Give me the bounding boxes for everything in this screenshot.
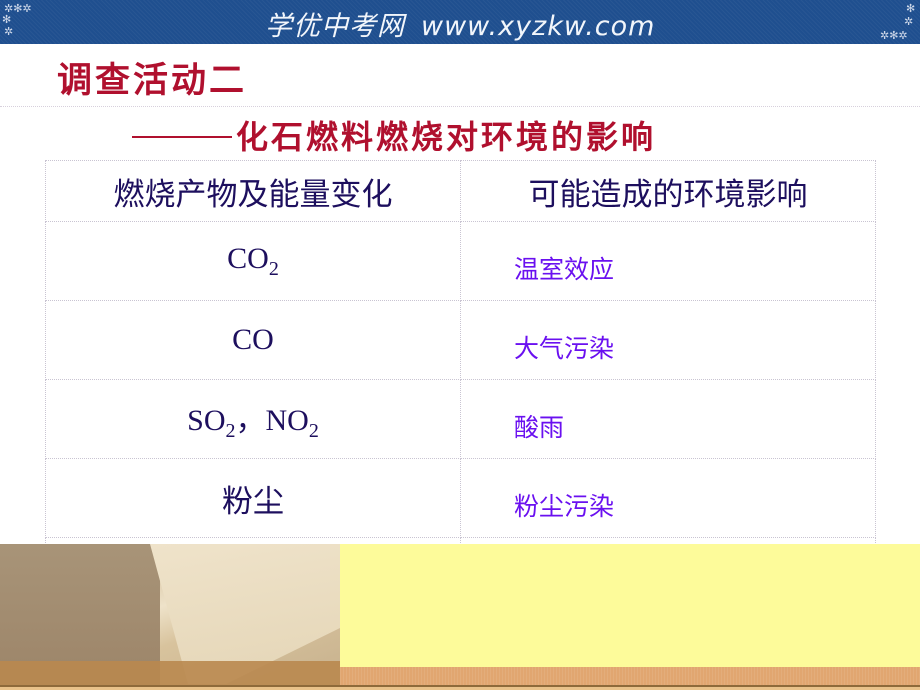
product-cell: CO2	[45, 221, 461, 301]
snowflake-decoration-icon: ✲	[904, 15, 914, 28]
effect-cell: 粉尘污染	[460, 458, 876, 538]
subtitle-dash	[132, 136, 232, 138]
table-row: CO2 温室效应	[45, 221, 876, 301]
effect-cell: 大气污染	[460, 300, 876, 380]
footer-orange-band	[340, 667, 920, 685]
effect-cell: 温室效应	[460, 221, 876, 301]
title-divider	[0, 106, 920, 107]
product-cell: 粉尘	[45, 458, 461, 538]
snowflake-decoration-icon: ✲✻✲	[880, 29, 908, 42]
product-cell: SO2，NO2	[45, 379, 461, 459]
snowflake-decoration-icon: ✻	[2, 13, 12, 26]
product-cell: CO	[45, 300, 461, 380]
snowflake-decoration-icon: ✻	[906, 2, 916, 15]
slide-title: 调查活动二	[57, 61, 248, 101]
site-watermark: 学优中考网 www.xyzkw.com	[265, 4, 655, 43]
slide-subtitle: 化石燃料燃烧对环境的影响	[132, 112, 656, 158]
snowflake-decoration-icon: ✲	[4, 25, 14, 38]
site-name: 学优中考网	[265, 11, 405, 42]
paper-stack-image	[0, 544, 340, 690]
column-header-product: 燃烧产物及能量变化	[45, 160, 461, 222]
table-row: CO 大气污染	[45, 300, 876, 380]
effect-cell: 酸雨	[460, 379, 876, 459]
table-header-row: 燃烧产物及能量变化 可能造成的环境影响	[45, 160, 876, 222]
table-row: 粉尘 粉尘污染	[45, 458, 876, 538]
footer-decoration	[0, 544, 920, 690]
site-url: www.xyzkw.com	[421, 11, 656, 42]
column-header-effect: 可能造成的环境影响	[460, 160, 876, 222]
subtitle-text: 化石燃料燃烧对环境的影响	[236, 118, 657, 156]
site-banner: ✲✻✲ ✻ ✲ 学优中考网 www.xyzkw.com ✻ ✲ ✲✻✲	[0, 0, 920, 44]
table-row: SO2，NO2 酸雨	[45, 379, 876, 459]
footer-yellow-band	[340, 544, 920, 667]
